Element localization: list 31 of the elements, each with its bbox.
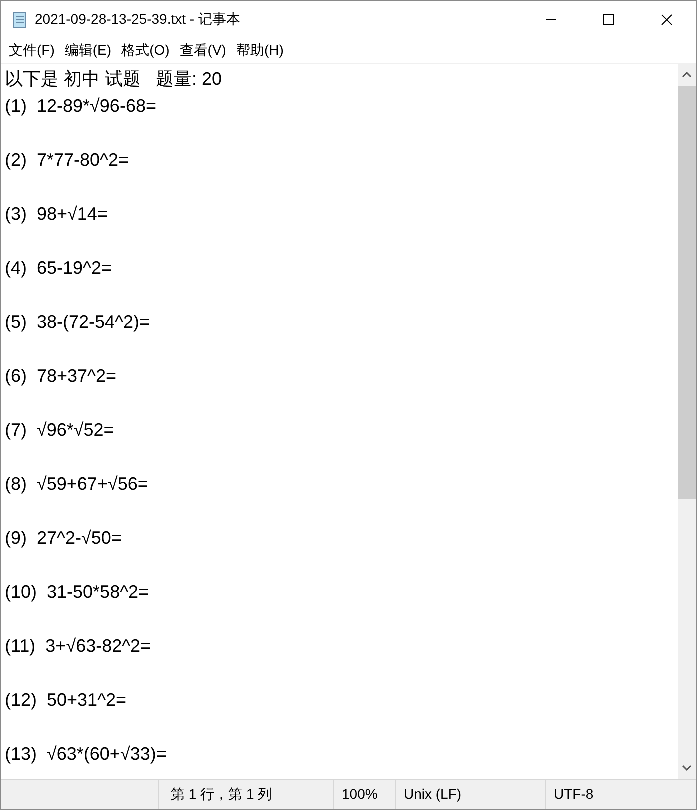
text-line: (4) 65-19^2= <box>5 258 112 278</box>
notepad-icon <box>11 10 29 28</box>
line-ending: Unix (LF) <box>395 780 545 809</box>
close-icon <box>661 14 673 26</box>
text-line: 以下是 初中 试题 题量: 20 <box>5 69 222 89</box>
encoding: UTF-8 <box>545 780 696 809</box>
text-line: (5) 38-(72-54^2)= <box>5 312 150 332</box>
text-line: (1) 12-89*√96-68= <box>5 96 156 116</box>
scroll-thumb[interactable] <box>678 86 696 499</box>
text-line: (8) √59+67+√56= <box>5 474 148 494</box>
window-title: 2021-09-28-13-25-39.txt - 记事本 <box>35 10 240 29</box>
maximize-icon <box>603 14 615 26</box>
menu-item[interactable]: 文件(F) <box>4 40 60 61</box>
scroll-up-icon[interactable] <box>682 72 692 78</box>
text-line: (7) √96*√52= <box>5 420 114 440</box>
text-line: (10) 31-50*58^2= <box>5 582 150 602</box>
zoom-level: 100% <box>333 780 395 809</box>
menu-item[interactable]: 编辑(E) <box>60 40 117 61</box>
menu-item[interactable]: 查看(V) <box>174 40 232 61</box>
cursor-position: 第 1 行，第 1 列 <box>158 780 333 809</box>
text-line: (11) 3+√63-82^2= <box>5 636 152 656</box>
text-line: (12) 50+31^2= <box>5 690 127 710</box>
text-line: (9) 27^2-√50= <box>5 528 122 548</box>
scroll-down-icon[interactable] <box>682 765 692 771</box>
text-line: (2) 7*77-80^2= <box>5 150 130 170</box>
text-line: (13) √63*(60+√33)= <box>5 744 167 764</box>
text-line: (3) 98+√14= <box>5 204 108 224</box>
menu-item[interactable]: 格式(O) <box>116 40 175 61</box>
text-line: (6) 78+37^2= <box>5 366 117 386</box>
menu-item[interactable]: 帮助(H) <box>231 40 289 61</box>
scrollbar[interactable] <box>678 64 696 779</box>
